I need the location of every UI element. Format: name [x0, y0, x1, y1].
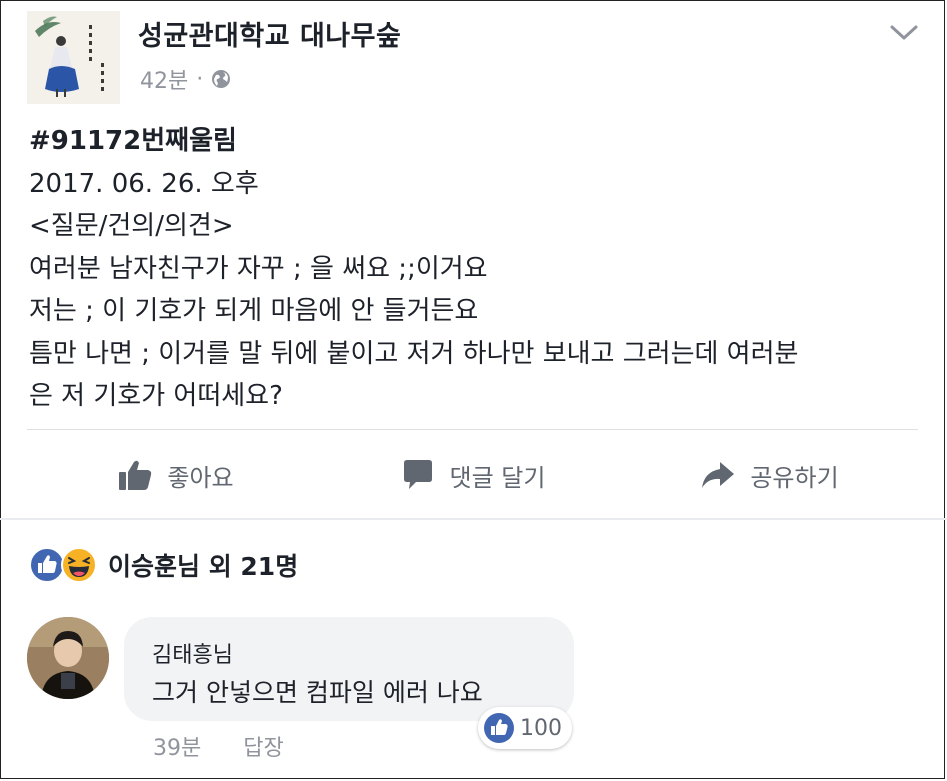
post-line: 저는 ; 이 기호가 되게 마음에 안 들거든요 — [29, 296, 479, 326]
post-line: 2017. 06. 26. 오후 — [29, 168, 259, 199]
page-avatar[interactable] — [27, 11, 120, 104]
like-reaction-icon — [484, 713, 514, 743]
share-arrow-icon — [702, 462, 735, 488]
like-button-label: 좋아요 — [167, 463, 234, 492]
comment-text: 그거 안넣으면 컴파일 에러 나요 — [152, 678, 483, 707]
meta-separator: · — [196, 66, 204, 92]
comment-button-label: 댓글 달기 — [449, 463, 546, 492]
like-button[interactable]: 좋아요 — [27, 457, 324, 493]
commenter-name[interactable]: 김태흥님 — [152, 637, 233, 669]
comment-icon — [403, 460, 432, 489]
post-line: 틈만 나면 ; 이거를 말 뒤에 붙이고 저거 하나만 보내고 그러는데 여러분 — [29, 338, 799, 369]
post-meta: 42분 · — [140, 63, 231, 95]
reply-link[interactable]: 답장 — [243, 730, 283, 762]
globe-icon[interactable] — [211, 69, 231, 89]
commenter-photo — [27, 617, 109, 699]
post-line: 여러분 남자친구가 자꾸 ; 을 써요 ;;이거요 — [29, 253, 488, 284]
reactions-count-text: 이승훈님 외 21명 — [108, 552, 299, 581]
page-logo-image — [27, 11, 120, 104]
share-button-label: 공유하기 — [750, 463, 839, 492]
reaction-icons — [28, 546, 98, 584]
page-name-link[interactable]: 성균관대학교 대나무숲 — [138, 14, 401, 53]
haha-reaction-icon — [61, 547, 97, 583]
post-text: #91172번째울림 2017. 06. 26. 오후 <질문/건의/의견> 여… — [29, 120, 929, 418]
section-divider — [0, 518, 947, 520]
share-button[interactable]: 공유하기 — [621, 457, 918, 493]
comment-bubble: 김태흥님 그거 안넣으면 컴파일 에러 나요 — [124, 617, 574, 721]
chevron-down-icon[interactable] — [889, 22, 919, 44]
post-timestamp[interactable]: 42분 — [140, 63, 188, 95]
thumbs-up-icon — [119, 460, 152, 490]
post-hashtag[interactable]: #91172번째울림 — [29, 120, 929, 163]
comment-timestamp[interactable]: 39분 — [153, 730, 201, 762]
comment-reaction-count[interactable]: 100 — [478, 707, 572, 749]
action-bar-divider — [27, 429, 918, 430]
reactions-summary[interactable]: 이승훈님 외 21명 — [28, 546, 298, 584]
comment-footer: 39분 답장 — [153, 730, 284, 762]
comment-like-count: 100 — [520, 715, 562, 741]
comment-button[interactable]: 댓글 달기 — [324, 457, 621, 493]
commenter-avatar[interactable] — [27, 617, 109, 699]
post-line: 은 저 기호가 어떠세요? — [29, 381, 283, 411]
post-line: <질문/건의/의견> — [29, 211, 234, 241]
action-bar: 좋아요 댓글 달기 공유하기 — [27, 446, 918, 504]
